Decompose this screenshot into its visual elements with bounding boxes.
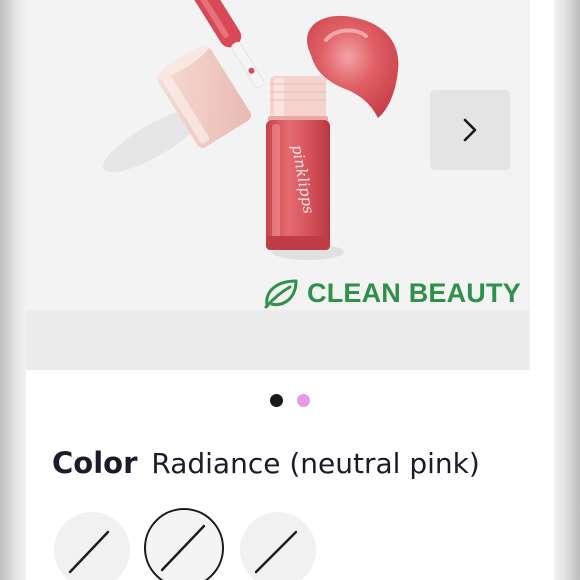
color-swatch-1[interactable] bbox=[54, 512, 130, 580]
unavailable-slash-icon bbox=[254, 530, 298, 574]
color-swatch-3[interactable] bbox=[240, 512, 316, 580]
color-swatch-2-selected[interactable] bbox=[144, 508, 224, 580]
gallery-pagination bbox=[270, 394, 310, 407]
unavailable-slash-icon bbox=[68, 530, 110, 574]
chevron-right-icon bbox=[463, 118, 477, 142]
selected-color-value: Radiance (neutral pink) bbox=[151, 447, 480, 480]
clean-beauty-text: CLEAN BEAUTY bbox=[307, 277, 521, 308]
pagination-dot-inactive[interactable] bbox=[297, 394, 310, 407]
leaf-icon bbox=[264, 279, 298, 309]
color-selection-heading: Color Radiance (neutral pink) bbox=[52, 446, 480, 480]
left-edge-shadow bbox=[0, 0, 26, 580]
product-image-gallery[interactable]: pinklipps CLEAN BEAUTY bbox=[26, 0, 530, 370]
color-label: Color bbox=[52, 446, 138, 480]
right-edge-shadow bbox=[554, 0, 580, 580]
unavailable-slash-icon bbox=[160, 524, 206, 572]
lip-gloss-product-photo: pinklipps bbox=[103, 0, 399, 260]
next-image-button[interactable] bbox=[430, 90, 510, 170]
pagination-dot-active[interactable] bbox=[270, 394, 283, 407]
clean-beauty-badge: CLEAN BEAUTY bbox=[263, 276, 521, 310]
